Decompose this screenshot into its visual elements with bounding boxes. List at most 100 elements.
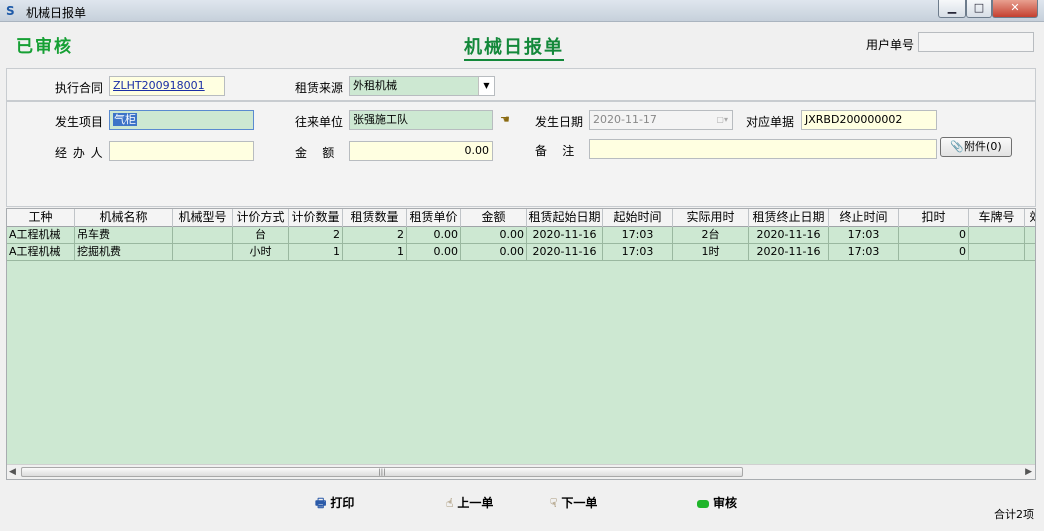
cell-amount[interactable]: 0.00: [461, 227, 527, 243]
contract-field[interactable]: ZLHT200918001: [109, 76, 225, 96]
next-button[interactable]: ☟ 下一单: [550, 495, 597, 511]
header-cell[interactable]: 计价数量: [289, 209, 343, 227]
cell-unit-price[interactable]: 0.00: [407, 227, 461, 243]
cell-lease-qty[interactable]: 1: [343, 244, 407, 260]
calendar-dropdown-icon[interactable]: ▢▾: [716, 111, 728, 129]
cell-pricing[interactable]: 小时: [233, 244, 289, 260]
cell-end-date[interactable]: 2020-11-16: [749, 244, 829, 260]
hand-up-icon: ☝: [446, 496, 454, 510]
total-count: 合计2项: [994, 508, 1034, 521]
cell-worktype[interactable]: A工程机械: [7, 227, 75, 243]
user-no-label: 用户单号: [866, 38, 915, 52]
title-bar: S 机械日报单 ▁ □ ✕: [0, 0, 1044, 22]
cell-model[interactable]: [173, 244, 233, 260]
header-cell[interactable]: 机械名称: [75, 209, 173, 227]
cell-lease-qty[interactable]: 2: [343, 227, 407, 243]
table-header: 工种 机械名称 机械型号 计价方式 计价数量 租赁数量 租赁单价 金额 租赁起始…: [7, 209, 1035, 227]
scroll-left-icon[interactable]: ◀: [9, 467, 16, 477]
cell-end-time[interactable]: 17:03: [829, 244, 899, 260]
cell-start-time[interactable]: 17:03: [603, 227, 673, 243]
prev-label: 上一单: [457, 496, 494, 510]
header-cell[interactable]: 租赁终止日期: [749, 209, 829, 227]
cell-amount[interactable]: 0.00: [461, 244, 527, 260]
app-icon: S: [6, 4, 15, 18]
header-cell[interactable]: 租赁单价: [407, 209, 461, 227]
lease-source-value: 外租机械: [353, 79, 397, 92]
amount-field[interactable]: 0.00: [349, 141, 493, 161]
attachment-button[interactable]: 📎附件(0): [940, 137, 1012, 157]
doc-field[interactable]: JXRBD200000002: [801, 110, 937, 130]
cell-extra[interactable]: [1025, 227, 1035, 243]
unit-label: 往来单位: [295, 115, 344, 129]
header-cell[interactable]: 效: [1025, 209, 1035, 227]
handler-label: 经 办 人: [55, 146, 104, 160]
paperclip-icon: 📎: [950, 140, 965, 153]
header-cell[interactable]: 实际用时: [673, 209, 749, 227]
table-row[interactable]: A工程机械 吊车费 台 2 2 0.00 0.00 2020-11-16 17:…: [7, 227, 1035, 244]
cell-start-date[interactable]: 2020-11-16: [527, 244, 603, 260]
cell-extra[interactable]: [1025, 244, 1035, 260]
header-cell[interactable]: 计价方式: [233, 209, 289, 227]
cell-plate[interactable]: [969, 227, 1025, 243]
scroll-right-icon[interactable]: ▶: [1025, 467, 1032, 477]
maximize-button[interactable]: □: [966, 0, 992, 18]
pointer-hand-icon[interactable]: ☚: [500, 113, 510, 126]
horizontal-scrollbar[interactable]: ◀ ||| ▶: [7, 464, 1035, 479]
audit-button[interactable]: 审核: [697, 495, 737, 511]
close-button[interactable]: ✕: [992, 0, 1038, 18]
cell-qty[interactable]: 1: [289, 244, 343, 260]
header-cell[interactable]: 租赁起始日期: [527, 209, 603, 227]
lease-source-select[interactable]: 外租机械 ▼: [349, 76, 495, 96]
header-cell[interactable]: 起始时间: [603, 209, 673, 227]
cell-used-time[interactable]: 2台: [673, 227, 749, 243]
header-cell[interactable]: 扣时: [899, 209, 969, 227]
table-row[interactable]: A工程机械 挖掘机费 小时 1 1 0.00 0.00 2020-11-16 1…: [7, 244, 1035, 261]
cell-unit-price[interactable]: 0.00: [407, 244, 461, 260]
cell-end-date[interactable]: 2020-11-16: [749, 227, 829, 243]
handler-field[interactable]: [109, 141, 254, 161]
attachment-label: 附件(0): [964, 140, 1002, 153]
data-table[interactable]: 工种 机械名称 机械型号 计价方式 计价数量 租赁数量 租赁单价 金额 租赁起始…: [6, 208, 1036, 480]
scrollbar-thumb[interactable]: |||: [21, 467, 743, 477]
print-button[interactable]: 🖶 打印: [315, 495, 354, 511]
user-no-field[interactable]: [918, 32, 1034, 52]
header-cell[interactable]: 机械型号: [173, 209, 233, 227]
unit-field[interactable]: 张强施工队: [349, 110, 493, 130]
print-label: 打印: [330, 496, 355, 510]
cell-start-date[interactable]: 2020-11-16: [527, 227, 603, 243]
cell-deduct[interactable]: 0: [899, 227, 969, 243]
cell-used-time[interactable]: 1时: [673, 244, 749, 260]
window-title: 机械日报单: [26, 6, 87, 20]
date-value: 2020-11-17: [593, 113, 657, 126]
cell-model[interactable]: [173, 227, 233, 243]
date-label: 发生日期: [535, 115, 584, 129]
contract-link[interactable]: ZLHT200918001: [113, 79, 205, 92]
header-cell[interactable]: 租赁数量: [343, 209, 407, 227]
cell-pricing[interactable]: 台: [233, 227, 289, 243]
minimize-button[interactable]: ▁: [938, 0, 966, 18]
audit-label: 审核: [713, 496, 738, 510]
cell-deduct[interactable]: 0: [899, 244, 969, 260]
next-label: 下一单: [561, 496, 598, 510]
header-cell[interactable]: 终止时间: [829, 209, 899, 227]
cell-start-time[interactable]: 17:03: [603, 244, 673, 260]
project-field[interactable]: 气柜: [109, 110, 254, 130]
prev-button[interactable]: ☝ 上一单: [446, 495, 493, 511]
header-cell[interactable]: 车牌号: [969, 209, 1025, 227]
chevron-down-icon[interactable]: ▼: [478, 77, 494, 95]
status-badge: 已审核: [16, 37, 73, 57]
cell-worktype[interactable]: A工程机械: [7, 244, 75, 260]
green-light-icon: [697, 499, 709, 508]
header-cell[interactable]: 金额: [461, 209, 527, 227]
hand-down-icon: ☟: [550, 496, 558, 510]
cell-qty[interactable]: 2: [289, 227, 343, 243]
cell-end-time[interactable]: 17:03: [829, 227, 899, 243]
header-cell[interactable]: 工种: [7, 209, 75, 227]
project-value: 气柜: [113, 113, 137, 126]
cell-plate[interactable]: [969, 244, 1025, 260]
cell-machine-name[interactable]: 吊车费: [75, 227, 173, 243]
cell-machine-name[interactable]: 挖掘机费: [75, 244, 173, 260]
remark-field[interactable]: [589, 139, 937, 159]
date-field[interactable]: 2020-11-17 ▢▾: [589, 110, 733, 130]
project-label: 发生项目: [55, 115, 104, 129]
